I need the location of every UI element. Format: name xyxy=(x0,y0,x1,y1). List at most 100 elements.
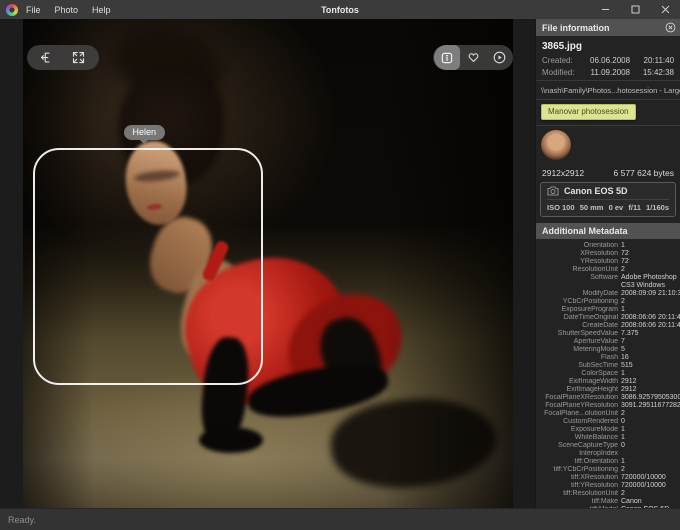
metadata-key: YResolution xyxy=(540,258,618,266)
metadata-row: ExifImageWidth2912 xyxy=(540,378,678,386)
photo-viewer: Helen xyxy=(0,19,535,508)
play-icon xyxy=(492,50,507,65)
modified-label: Modified: xyxy=(542,68,590,77)
menu-file[interactable]: File xyxy=(26,5,41,15)
metadata-list: Orientation1XResolution72YResolution72Re… xyxy=(536,239,680,508)
created-date: 06.06.2008 xyxy=(590,56,630,65)
menu-photo[interactable]: Photo xyxy=(55,5,79,15)
app-window: File Photo Help Tonfotos xyxy=(0,0,680,530)
close-button[interactable] xyxy=(650,0,680,19)
file-size: 6 577 624 bytes xyxy=(614,168,675,178)
fullscreen-button[interactable] xyxy=(67,45,91,70)
metadata-key: ExifImageWidth xyxy=(540,378,618,386)
metadata-value: 2008:09:09 21:10:34 xyxy=(621,290,680,298)
metadata-key: ApertureValue xyxy=(540,338,618,346)
metadata-key: ExifImageHeight xyxy=(540,386,618,394)
sidebar: File information 3865.jpg Created: 06.06… xyxy=(535,19,680,508)
camera-icon xyxy=(547,186,559,196)
metadata-row: MeteringMode5 xyxy=(540,346,678,354)
metadata-row: ApertureValue7 xyxy=(540,338,678,346)
people-row xyxy=(536,125,680,166)
metadata-value: 2 xyxy=(621,490,678,498)
metadata-row: FocalPlaneYResolution3091.295116772824 xyxy=(540,402,678,410)
minimize-button[interactable] xyxy=(590,0,620,19)
heart-icon xyxy=(466,50,481,65)
photo: Helen xyxy=(23,19,513,508)
created-row: Created: 06.06.2008 20:11:40 xyxy=(536,54,680,66)
metadata-key: XResolution xyxy=(540,250,618,258)
slideshow-button[interactable] xyxy=(487,45,511,70)
metadata-value: 2008:06:06 20:11:40 xyxy=(621,322,680,330)
metadata-row: CreateDate2008:06:06 20:11:40 xyxy=(540,322,678,330)
modified-row: Modified: 11.09.2008 15:42:38 xyxy=(536,66,680,78)
face-detection-box[interactable] xyxy=(33,148,263,385)
camera-info-box: Canon EOS 5D ISO 100 50 mm 0 ev f/11 1/1… xyxy=(540,182,676,217)
metadata-value: 1 xyxy=(621,426,678,434)
metadata-key: FocalPlaneXResolution xyxy=(540,394,618,402)
modified-date: 11.09.2008 xyxy=(590,68,630,77)
metadata-row: SceneCaptureType0 xyxy=(540,442,678,450)
metadata-value: 1 xyxy=(621,458,678,466)
metadata-key: CustomRendered xyxy=(540,418,618,426)
metadata-row: InteropIndex xyxy=(540,450,678,458)
metadata-key: ExposureMode xyxy=(540,426,618,434)
metadata-row: ShutterSpeedValue7.375 xyxy=(540,330,678,338)
created-label: Created: xyxy=(542,56,590,65)
metadata-key: SubSecTime xyxy=(540,362,618,370)
metadata-row: tiff:ResolutionUnit2 xyxy=(540,490,678,498)
metadata-row: SoftwareAdobe Photoshop CS3 Windows xyxy=(540,274,678,290)
created-time: 20:11:40 xyxy=(630,56,674,65)
titlebar: File Photo Help Tonfotos xyxy=(0,0,680,19)
metadata-value: 2912 xyxy=(621,378,678,386)
metadata-header: Additional Metadata xyxy=(536,223,680,239)
file-info-header-bar: File information xyxy=(536,19,680,36)
metadata-key: DateTimeOriginal xyxy=(540,314,618,322)
menu-help[interactable]: Help xyxy=(92,5,111,15)
metadata-value: 720000/10000 xyxy=(621,482,678,490)
maximize-button[interactable] xyxy=(620,0,650,19)
metadata-value: 16 xyxy=(621,354,678,362)
status-bar: Ready. xyxy=(0,508,680,530)
divider xyxy=(536,80,680,81)
metadata-value: 515 xyxy=(621,362,678,370)
metadata-value: 1 xyxy=(621,370,678,378)
metadata-value: 7.375 xyxy=(621,330,678,338)
metadata-row: ExposureProgram1 xyxy=(540,306,678,314)
dimensions-row: 2912x2912 6 577 624 bytes xyxy=(536,166,680,182)
close-panel-icon[interactable] xyxy=(665,22,676,33)
metadata-value: Canon xyxy=(621,498,678,506)
file-path: \\nash\Family\Photos...hotosession - Lar… xyxy=(536,83,680,99)
metadata-row: tiff:YCbCrPositioning2 xyxy=(540,466,678,474)
face-name-label[interactable]: Helen xyxy=(124,125,166,140)
metadata-key: WhiteBalance xyxy=(540,434,618,442)
viewer-toolbar-right xyxy=(433,45,513,70)
photo-shape xyxy=(383,19,513,508)
metadata-row: tiff:XResolution720000/10000 xyxy=(540,474,678,482)
metadata-row: tiff:Orientation1 xyxy=(540,458,678,466)
metadata-value: 1 xyxy=(621,306,678,314)
favorite-button[interactable] xyxy=(462,45,486,70)
metadata-value: 2 xyxy=(621,466,678,474)
tag-chip[interactable]: Manovar photosession xyxy=(541,104,636,120)
metadata-value: 720000/10000 xyxy=(621,474,678,482)
status-text: Ready. xyxy=(8,515,36,525)
back-button[interactable] xyxy=(35,45,59,70)
metadata-row: ExifImageHeight2912 xyxy=(540,386,678,394)
metadata-value: 2008:06:06 20:11:40 xyxy=(621,314,680,322)
camera-aperture: f/11 xyxy=(628,203,641,212)
metadata-row: ModifyDate2008:09:09 21:10:34 xyxy=(540,290,678,298)
metadata-value: 1 xyxy=(621,434,678,442)
info-button[interactable] xyxy=(434,45,460,70)
person-avatar[interactable] xyxy=(541,130,571,160)
metadata-key: ShutterSpeedValue xyxy=(540,330,618,338)
metadata-row: Orientation1 xyxy=(540,242,678,250)
metadata-value: 5 xyxy=(621,346,678,354)
metadata-key: tiff:YCbCrPositioning xyxy=(540,466,618,474)
info-icon xyxy=(440,51,454,65)
metadata-key: tiff:Orientation xyxy=(540,458,618,466)
metadata-key: tiff:Make xyxy=(540,498,618,506)
metadata-value: 72 xyxy=(621,250,678,258)
metadata-row: tiff:YResolution720000/10000 xyxy=(540,482,678,490)
metadata-key: SceneCaptureType xyxy=(540,442,618,450)
photo-shape xyxy=(199,427,263,453)
